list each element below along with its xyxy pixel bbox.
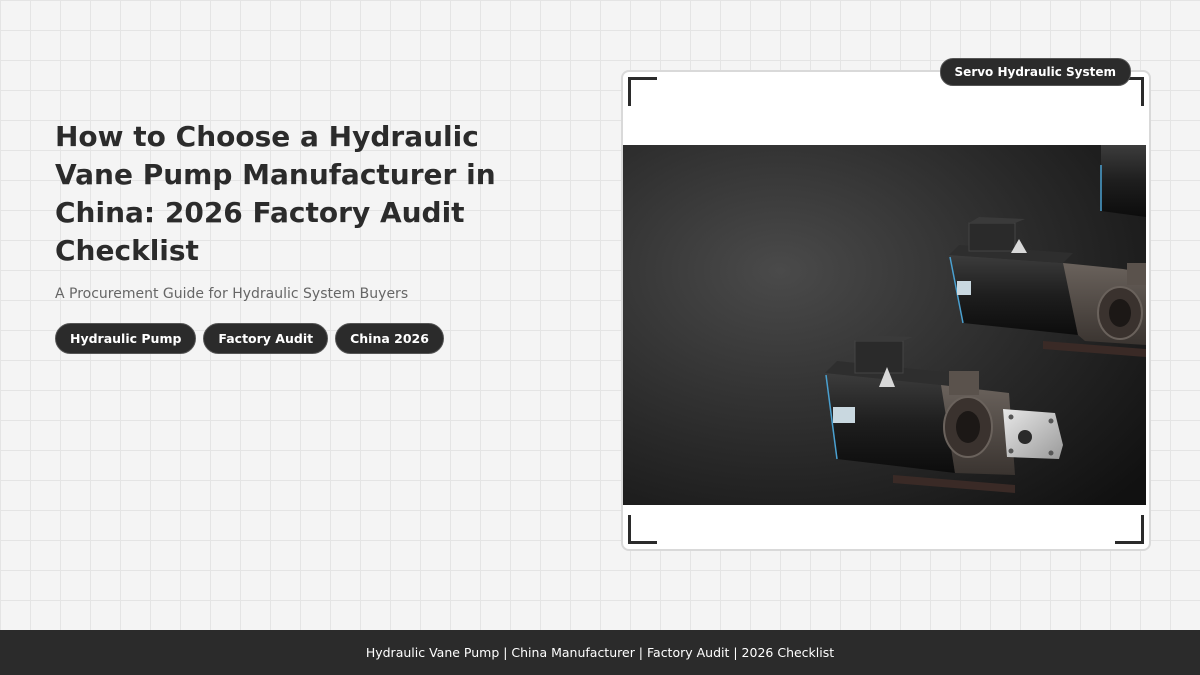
hydraulic-pump-illustration (623, 145, 1146, 505)
product-photo (623, 145, 1146, 505)
footer-text: Hydraulic Vane Pump | China Manufacturer… (365, 645, 835, 660)
page-title: How to Choose a Hydraulic Vane Pump Manu… (55, 120, 496, 267)
tag-hydraulic-pump[interactable]: Hydraulic Pump (55, 323, 197, 354)
tag-list: Hydraulic Pump Factory Audit China 2026 (55, 323, 535, 354)
image-badge: Servo Hydraulic System (939, 58, 1131, 86)
tag-factory-audit[interactable]: Factory Audit (203, 323, 329, 354)
corner-bracket-bottom-right (1115, 515, 1144, 544)
tag-china-2026[interactable]: China 2026 (335, 323, 444, 354)
corner-bracket-bottom-left (628, 515, 657, 544)
page-subtitle: A Procurement Guide for Hydraulic System… (55, 286, 409, 302)
corner-bracket-top-left (628, 77, 657, 106)
footer-bar: Hydraulic Vane Pump | China Manufacturer… (0, 630, 1200, 675)
image-card: Servo Hydraulic System (621, 58, 1151, 551)
hero-section: How to Choose a Hydraulic Vane Pump Manu… (55, 118, 535, 354)
